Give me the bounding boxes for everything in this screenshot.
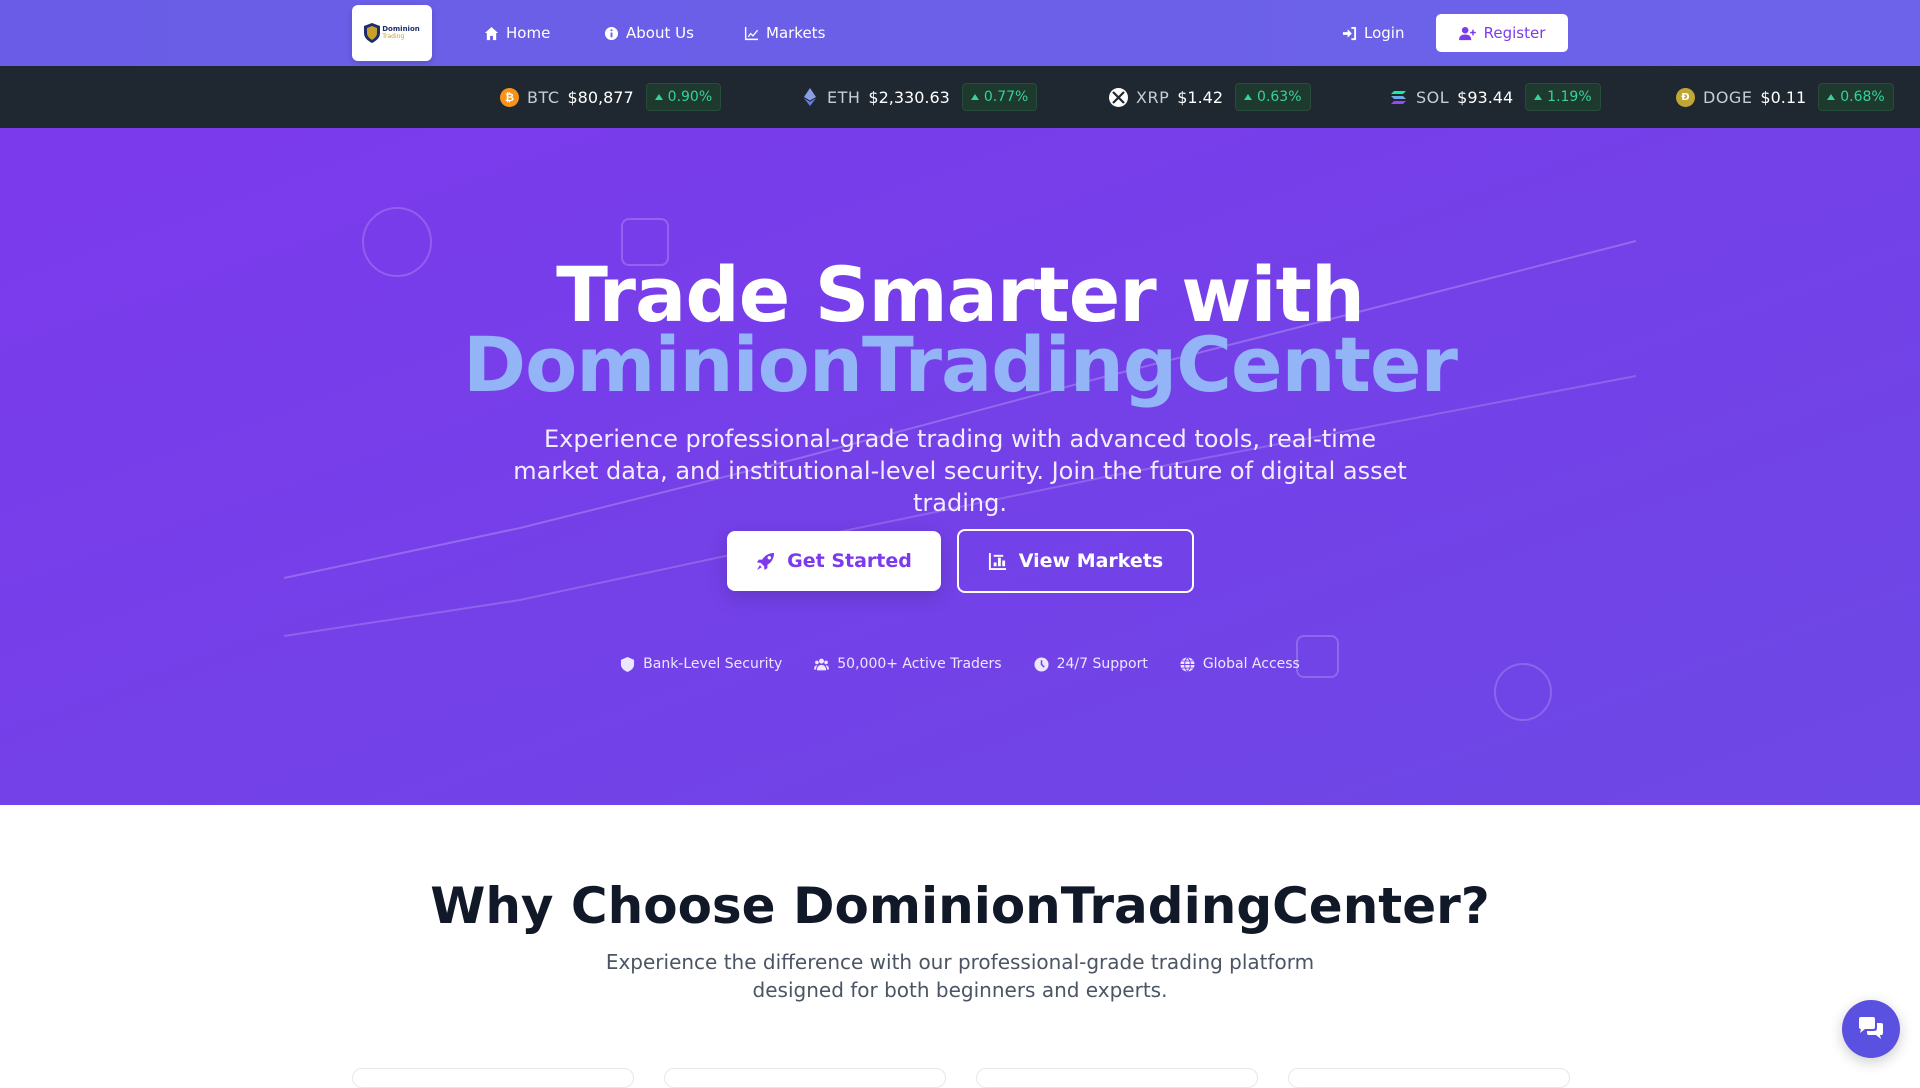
ticker-change: 1.19% xyxy=(1547,89,1592,105)
ticker-symbol: XRP xyxy=(1136,87,1170,107)
feature-card xyxy=(352,1068,634,1088)
hero-features: Bank-Level Security 50,000+ Active Trade… xyxy=(0,656,1920,672)
caret-up-icon xyxy=(1534,94,1543,100)
hero-section: Trade Smarter with DominionTradingCenter… xyxy=(0,128,1920,805)
feature-label: 50,000+ Active Traders xyxy=(837,656,1002,672)
get-started-button[interactable]: Get Started xyxy=(727,531,941,591)
nav-markets-label: Markets xyxy=(766,24,826,42)
chart-line-icon xyxy=(744,26,759,40)
feature-card xyxy=(976,1068,1258,1088)
ticker-item-btc[interactable]: ₿ BTC $80,877 0.90% xyxy=(500,83,722,111)
ticker-change: 0.77% xyxy=(983,89,1029,105)
feature-label: 24/7 Support xyxy=(1056,656,1148,672)
solana-icon xyxy=(1389,88,1408,107)
price-ticker: ₿ BTC $80,877 0.90% ETH $2,330.63 0.77% … xyxy=(0,66,1920,128)
ticker-change: 0.68% xyxy=(1840,89,1885,105)
logo-mark: Dominion Trading xyxy=(364,23,420,43)
ticker-price: $93.44 xyxy=(1457,87,1514,107)
xrp-icon xyxy=(1109,87,1128,107)
nav-home-label: Home xyxy=(506,24,551,42)
caret-up-icon xyxy=(1827,94,1836,100)
clock-icon xyxy=(1034,656,1049,672)
doge-icon: Ð xyxy=(1676,87,1695,107)
register-label: Register xyxy=(1483,24,1546,42)
logo-wordmark: Dominion Trading xyxy=(382,25,420,41)
ticker-symbol: ETH xyxy=(827,87,861,107)
get-started-label: Get Started xyxy=(787,550,912,572)
register-button[interactable]: Register xyxy=(1436,14,1568,52)
logo-line1: Dominion xyxy=(382,25,420,33)
ticker-change-badge: 0.68% xyxy=(1818,83,1894,111)
login-link[interactable]: Login xyxy=(1342,22,1404,44)
ticker-symbol: DOGE xyxy=(1703,87,1753,107)
ticker-change-badge: 0.77% xyxy=(961,83,1038,111)
ticker-change: 0.90% xyxy=(667,89,713,105)
user-plus-icon xyxy=(1458,26,1476,40)
ticker-item-doge[interactable]: Ð DOGE $0.11 0.68% xyxy=(1676,83,1894,111)
login-label: Login xyxy=(1364,24,1405,42)
nav-markets-link[interactable]: Markets xyxy=(744,22,825,44)
ticker-price: $0.11 xyxy=(1760,87,1807,107)
rocket-icon xyxy=(757,552,775,570)
ticker-change-badge: 0.63% xyxy=(1235,83,1311,111)
nav-home-link[interactable]: Home xyxy=(484,22,550,44)
users-icon xyxy=(814,658,830,670)
sign-in-icon xyxy=(1342,26,1357,40)
hero-brand-title: DominionTradingCenter xyxy=(462,320,1458,409)
nav-about-label: About Us xyxy=(626,24,694,42)
top-navbar: Dominion Trading Home About Us Markets L… xyxy=(0,0,1920,66)
ticker-change-badge: 0.90% xyxy=(645,83,722,111)
ticker-item-xrp[interactable]: XRP $1.42 0.63% xyxy=(1109,83,1311,111)
ticker-price: $1.42 xyxy=(1177,87,1224,107)
ticker-item-eth[interactable]: ETH $2,330.63 0.77% xyxy=(800,83,1038,111)
feature-label: Global Access xyxy=(1202,656,1300,672)
feature-traders: 50,000+ Active Traders xyxy=(814,656,1002,672)
site-logo[interactable]: Dominion Trading xyxy=(352,5,432,61)
feature-card xyxy=(664,1068,946,1088)
logo-line2: Trading xyxy=(382,33,405,40)
hero-subtitle: Experience professional-grade trading wi… xyxy=(513,425,1407,517)
shield-logo-icon xyxy=(364,23,381,43)
ticker-item-sol[interactable]: SOL $93.44 1.19% xyxy=(1389,83,1601,111)
shield-icon xyxy=(621,656,635,672)
view-markets-label: View Markets xyxy=(1018,550,1164,572)
why-section-subtitle: Experience the difference with our profe… xyxy=(605,950,1315,1002)
live-chat-button[interactable] xyxy=(1842,1000,1900,1058)
feature-support: 24/7 Support xyxy=(1034,656,1148,672)
caret-up-icon xyxy=(654,94,663,100)
nav-about-link[interactable]: About Us xyxy=(604,22,694,44)
globe-icon xyxy=(1180,656,1195,672)
feature-global: Global Access xyxy=(1180,656,1300,672)
ticker-change-badge: 1.19% xyxy=(1525,83,1601,111)
bitcoin-icon: ₿ xyxy=(500,87,519,107)
view-markets-button[interactable]: View Markets xyxy=(957,529,1194,593)
home-icon xyxy=(484,26,499,40)
ticker-symbol: SOL xyxy=(1416,87,1450,107)
feature-card xyxy=(1288,1068,1570,1088)
caret-up-icon xyxy=(1244,94,1253,100)
ticker-change: 0.63% xyxy=(1257,89,1302,105)
chat-bubbles-icon xyxy=(1859,1017,1883,1039)
feature-label: Bank-Level Security xyxy=(643,656,783,672)
bar-chart-icon xyxy=(988,552,1006,570)
feature-security: Bank-Level Security xyxy=(620,656,782,672)
why-section-title: Why Choose DominionTradingCenter? xyxy=(430,877,1490,935)
caret-up-icon xyxy=(970,94,979,100)
ticker-symbol: BTC xyxy=(527,87,560,107)
ethereum-icon xyxy=(800,88,819,107)
ticker-price: $80,877 xyxy=(567,87,634,107)
ticker-price: $2,330.63 xyxy=(868,87,950,107)
info-icon xyxy=(604,26,619,40)
